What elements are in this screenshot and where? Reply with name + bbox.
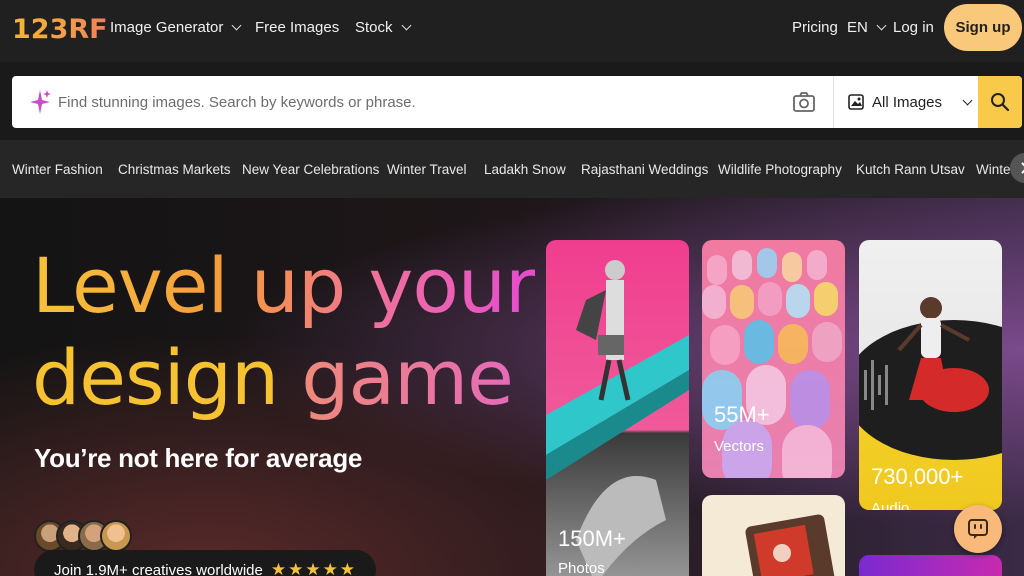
search-button[interactable] [978, 76, 1022, 128]
vectors-card[interactable]: 55M+ Vectors [702, 240, 845, 478]
chevron-right-icon [1021, 162, 1024, 174]
hero-headline-line1: Level up your [32, 241, 536, 330]
signup-button[interactable]: Sign up [944, 4, 1022, 51]
join-banner: Join 1.9M+ creatives worldwide ★★★★★ [34, 550, 376, 576]
chevron-down-icon [962, 95, 973, 105]
logo[interactable]: 123RF [12, 14, 108, 45]
nav-image-generator[interactable]: Image Generator [110, 19, 242, 36]
nav-free-images-label: Free Images [255, 19, 340, 36]
image-type-selected: All Images [872, 93, 943, 111]
trending-tag[interactable]: Rajasthani Weddings [581, 162, 708, 177]
vectors-label: Vectors [714, 438, 765, 455]
image-type-dropdown[interactable]: All Images [848, 76, 973, 128]
trending-tag[interactable]: Winter Travel [387, 162, 467, 177]
nav-stock[interactable]: Stock [355, 19, 411, 36]
trending-tag[interactable]: New Year Celebrations [242, 162, 379, 177]
vectors-count: 55M+ [714, 402, 770, 427]
rating-stars: ★★★★★ [270, 560, 358, 576]
hero-headline: Level up your design game [32, 240, 536, 424]
language-label: EN [847, 19, 868, 36]
photos-card[interactable]: 150M+ Photos [546, 240, 689, 576]
hero-headline-word-design: design [32, 333, 279, 422]
top-navbar: 123RF Image Generator Free Images Stock … [0, 0, 1024, 62]
chevron-down-icon [401, 20, 411, 31]
nav-stock-label: Stock [355, 19, 393, 36]
creator-avatars [34, 520, 132, 552]
video-card[interactable] [702, 495, 845, 576]
nav-pricing[interactable]: Pricing [792, 19, 838, 36]
nav-pricing-label: Pricing [792, 19, 838, 36]
trending-tag[interactable]: Kutch Rann Utsav [856, 162, 965, 177]
nav-image-generator-label: Image Generator [110, 19, 224, 36]
search-divider [833, 76, 834, 128]
hero-section: Level up your design game You’re not her… [0, 198, 1024, 576]
trending-tags-bar: Winter Fashion Christmas Markets New Yea… [0, 140, 1024, 198]
photos-count: 150M+ [558, 526, 626, 551]
image-icon [848, 94, 864, 110]
login-label: Log in [893, 19, 934, 36]
sparkle-icon [30, 90, 51, 114]
search-input[interactable] [58, 76, 778, 128]
chat-icon [968, 519, 988, 539]
hero-headline-word-game: game [301, 333, 514, 422]
trending-tag[interactable]: Wildlife Photography [718, 162, 842, 177]
hero-headline-line2: design game [32, 332, 535, 424]
photos-label: Photos [558, 560, 605, 576]
fonts-card[interactable] [859, 555, 1002, 576]
search-icon [991, 93, 1010, 112]
audio-count: 730,000+ [871, 464, 964, 489]
trending-tag[interactable]: Winter Fashion [12, 162, 103, 177]
audio-label: Audio [871, 500, 910, 510]
chevron-down-icon [231, 20, 242, 31]
nav-free-images[interactable]: Free Images [255, 19, 339, 36]
chevron-down-icon [876, 20, 887, 31]
trending-tag[interactable]: Christmas Markets [118, 162, 231, 177]
tv-illustration [745, 514, 835, 576]
hero-subheading: You’re not here for average [34, 443, 363, 473]
chat-button[interactable] [954, 505, 1002, 553]
camera-icon[interactable] [792, 91, 816, 113]
avatar [100, 520, 132, 552]
search-bar: All Images [12, 76, 1022, 128]
login-link[interactable]: Log in [893, 19, 934, 36]
trending-tag[interactable]: Ladakh Snow [484, 162, 566, 177]
join-text: Join 1.9M+ creatives worldwide [54, 561, 263, 576]
language-selector[interactable]: EN [847, 19, 887, 36]
audio-card[interactable]: 730,000+ Audio [859, 240, 1002, 510]
